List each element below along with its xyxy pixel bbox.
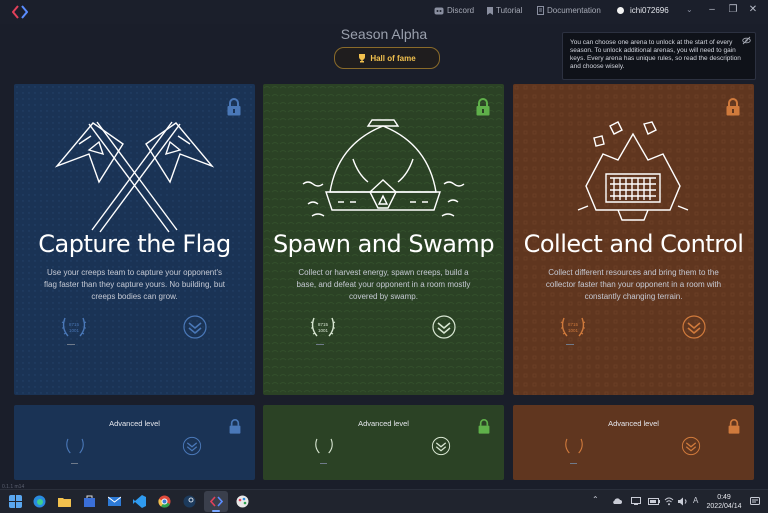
documentation-link[interactable]: Documentation [537, 6, 601, 15]
laurel-rank-icon [315, 438, 333, 454]
input-language[interactable]: A [693, 496, 698, 505]
taskbar-clock[interactable]: 0:49 2022/04/14 [704, 493, 744, 511]
advanced-level-label: Advanced level [358, 419, 409, 428]
volume-icon[interactable] [678, 497, 688, 506]
discord-label: Discord [447, 6, 475, 15]
spawn-dome-illustration [302, 119, 465, 217]
minimize-button[interactable]: – [705, 4, 719, 15]
tutorial-label: Tutorial [496, 6, 523, 15]
lock-icon [728, 419, 740, 434]
arena-card-spawn-and-swamp[interactable]: Spawn and Swamp Collect or harvest energ… [263, 84, 504, 395]
chevron-rank-icon [183, 315, 207, 339]
laurel-rank-icon: 8715 1001 [61, 317, 87, 337]
clock-date: 2022/04/14 [706, 503, 742, 510]
rank-dash [570, 463, 577, 464]
lock-icon [229, 419, 241, 434]
advanced-level-label: Advanced level [608, 419, 659, 428]
svg-text:8715: 8715 [568, 322, 579, 327]
paint-icon[interactable] [236, 495, 249, 508]
rank-dash [316, 344, 324, 345]
cloud-icon[interactable] [612, 497, 622, 505]
arena-card-collect-and-control[interactable]: Collect and Control Collect different re… [513, 84, 754, 395]
laurel-rank-icon [565, 438, 583, 454]
avatar [617, 7, 624, 14]
svg-text:1001: 1001 [318, 328, 329, 333]
advanced-card-spawn-and-swamp[interactable]: Advanced level [263, 405, 504, 480]
file-explorer-icon[interactable] [58, 495, 71, 508]
rank-dash [320, 463, 327, 464]
arena-title: Spawn and Swamp [272, 230, 495, 258]
chevron-down-icon[interactable]: ⌄ [686, 5, 693, 14]
chevron-rank-icon [682, 315, 706, 339]
arena-description: Collect different resources and bring th… [545, 268, 722, 301]
vscode-icon[interactable] [133, 495, 146, 508]
title-bar: Discord Tutorial Documentation ichi07269… [0, 0, 768, 24]
steam-icon[interactable] [183, 495, 196, 508]
svg-text:1001: 1001 [568, 328, 579, 333]
lock-icon [476, 98, 490, 116]
discord-link[interactable]: Discord [434, 6, 474, 15]
laurel-rank-icon: 8715 1001 [560, 317, 586, 337]
username: ichi072696 [630, 6, 669, 15]
documentation-label: Documentation [547, 6, 601, 15]
chevron-rank-icon [681, 436, 701, 456]
clock-time: 0:49 [717, 494, 731, 501]
battery-icon[interactable] [648, 498, 660, 505]
screeps-app-icon[interactable] [210, 495, 223, 508]
advanced-card-capture-the-flag[interactable]: Advanced level [14, 405, 255, 480]
chevron-rank-icon [431, 436, 451, 456]
tray-chevron-icon[interactable]: ⌃ [592, 495, 599, 504]
lock-icon [227, 98, 241, 116]
chrome-icon[interactable] [158, 495, 171, 508]
info-tooltip: You can choose one arena to unlock at th… [562, 32, 756, 80]
notification-icon[interactable] [750, 497, 760, 506]
edge-browser-icon[interactable] [33, 495, 46, 508]
svg-text:8715: 8715 [69, 322, 80, 327]
hall-of-fame-button[interactable]: Hall of fame [334, 47, 440, 69]
maximize-button[interactable]: ❐ [726, 4, 740, 15]
chevron-rank-icon [432, 315, 456, 339]
arena-description: Use your creeps team to capture your opp… [44, 268, 225, 301]
store-icon[interactable] [83, 495, 96, 508]
hall-of-fame-label: Hall of fame [370, 53, 416, 63]
windows-taskbar: ⌃ A 0:49 2022/04/14 [0, 489, 768, 513]
network-icon[interactable] [631, 497, 641, 505]
close-button[interactable]: ✕ [746, 4, 760, 15]
rank-dash [71, 463, 78, 464]
trophy-icon [359, 53, 366, 62]
chevron-rank-icon [182, 436, 202, 456]
bookmark-icon [487, 6, 493, 15]
crossed-flags-illustration [54, 121, 215, 233]
rank-dash [566, 344, 574, 345]
rank-dash [67, 344, 75, 345]
screeps-logo-icon[interactable] [12, 5, 28, 19]
svg-text:1001: 1001 [69, 328, 80, 333]
discord-icon [434, 7, 444, 14]
collector-illustration [577, 121, 689, 221]
lock-icon [726, 98, 740, 116]
tutorial-link[interactable]: Tutorial [487, 6, 522, 15]
windows-start-icon[interactable] [9, 495, 22, 508]
user-menu[interactable]: ichi072696 [617, 6, 669, 15]
document-icon [537, 6, 544, 15]
arena-description: Collect or harvest energy, spawn creeps,… [296, 268, 471, 301]
mail-icon[interactable] [108, 495, 121, 508]
advanced-card-collect-and-control[interactable]: Advanced level [513, 405, 754, 480]
laurel-rank-icon: 8715 1001 [310, 317, 336, 337]
laurel-rank-icon [66, 438, 84, 454]
arena-title: Capture the Flag [38, 230, 231, 258]
arena-title: Collect and Control [523, 230, 744, 258]
svg-text:8715: 8715 [318, 322, 329, 327]
tooltip-text: You can choose one arena to unlock at th… [570, 39, 741, 70]
hide-eye-icon[interactable] [742, 36, 751, 45]
advanced-level-label: Advanced level [109, 419, 160, 428]
arena-card-capture-the-flag[interactable]: Capture the Flag Use your creeps team to… [14, 84, 255, 395]
lock-icon [478, 419, 490, 434]
wifi-icon[interactable] [664, 497, 674, 506]
